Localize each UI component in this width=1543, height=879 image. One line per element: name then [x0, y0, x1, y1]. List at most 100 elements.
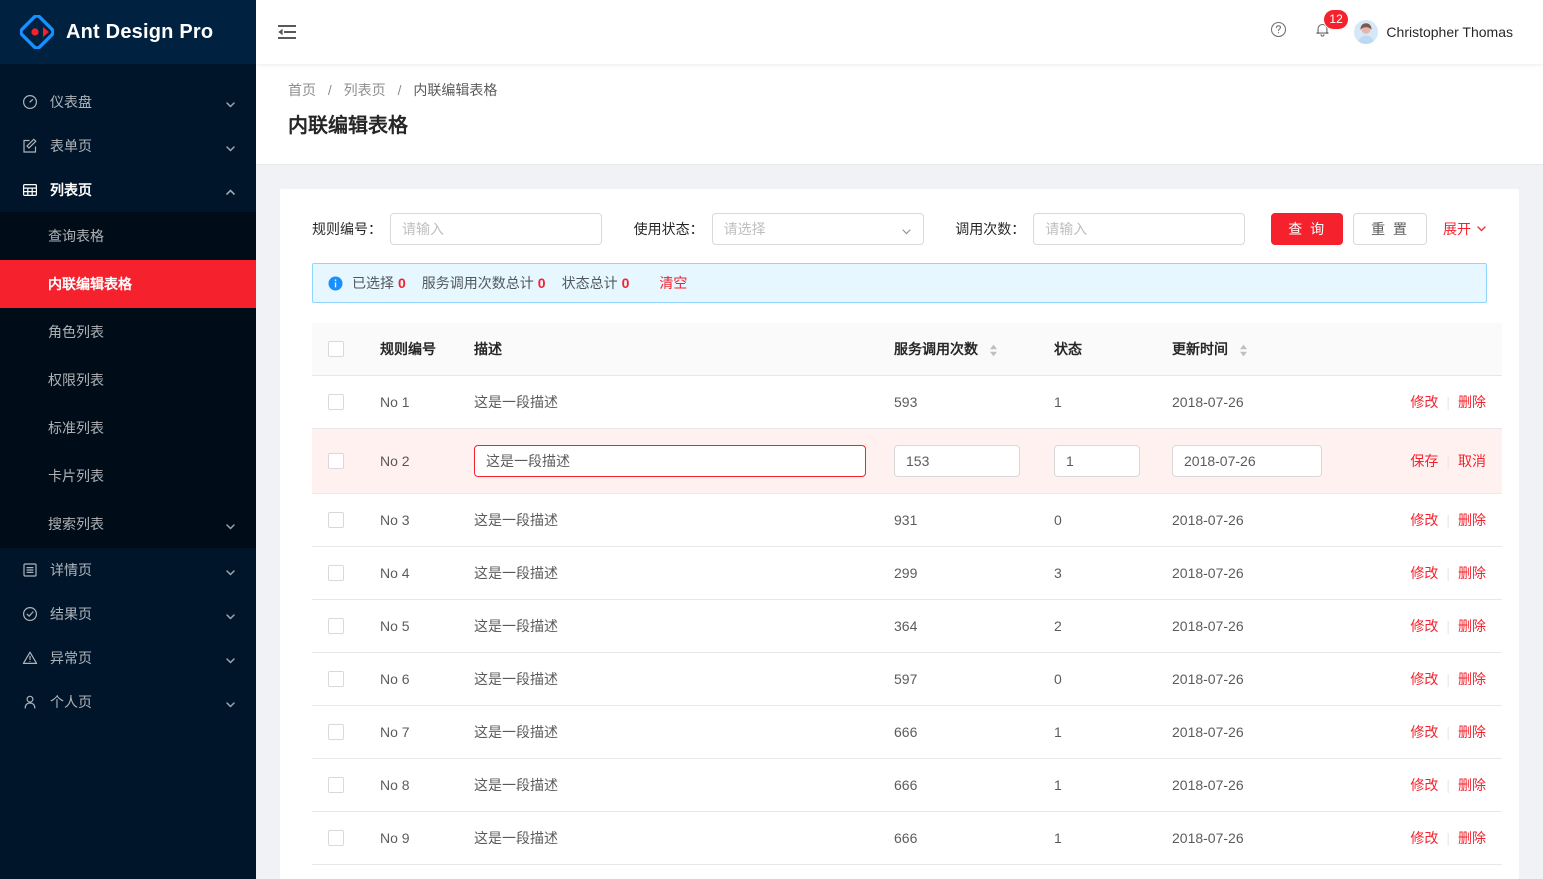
row-checkbox[interactable]: [328, 724, 344, 740]
row-actions-cell: 修改 | 删除: [1362, 758, 1502, 812]
delete-link[interactable]: 删除: [1458, 777, 1486, 793]
delete-link[interactable]: 删除: [1458, 512, 1486, 528]
desc-value: 这是一段描述: [474, 618, 558, 634]
cancel-link[interactable]: 取消: [1458, 453, 1486, 469]
sidebar-item-role-list[interactable]: 角色列表: [0, 308, 256, 356]
sidebar-item-detail[interactable]: 详情页: [0, 548, 256, 592]
edit-link[interactable]: 修改: [1410, 565, 1438, 581]
column-header-rule-no: 规则编号: [372, 323, 466, 376]
row-checkbox[interactable]: [328, 453, 344, 469]
row-time-cell: [1164, 428, 1362, 494]
column-header-time[interactable]: 更新时间: [1164, 323, 1362, 376]
table-body: No 1这是一段描述59312018-07-26修改|删除No 2保存|取消No…: [312, 375, 1502, 865]
rule-no-value: No 4: [380, 565, 410, 581]
edit-link[interactable]: 修改: [1410, 618, 1438, 634]
breadcrumb-item-home[interactable]: 首页: [288, 82, 316, 98]
state-edit-input[interactable]: [1054, 445, 1140, 477]
row-rule-no: No 5: [372, 599, 466, 653]
app-root: Ant Design Pro 仪表盘 表单页 列表页 查询表格 内联编辑表格 角…: [0, 0, 1543, 879]
rule-no-input[interactable]: [390, 213, 602, 245]
column-header-calls[interactable]: 服务调用次数: [886, 323, 1046, 376]
calls-input[interactable]: [1033, 213, 1246, 245]
row-calls-cell: 299: [886, 546, 1046, 600]
time-value: 2018-07-26: [1172, 671, 1244, 687]
sidebar-item-form[interactable]: 表单页: [0, 124, 256, 168]
chevron-down-icon: [225, 97, 236, 108]
row-state-cell: 3: [1046, 546, 1164, 600]
row-checkbox[interactable]: [328, 565, 344, 581]
menu-fold-icon[interactable]: [274, 19, 300, 45]
save-link[interactable]: 保存: [1410, 453, 1438, 469]
row-select-cell: [312, 493, 372, 547]
sidebar-item-account[interactable]: 个人页: [0, 680, 256, 724]
action-separator: |: [1446, 394, 1450, 410]
expand-toggle[interactable]: 展开: [1443, 219, 1487, 239]
time-edit-input[interactable]: [1172, 445, 1322, 477]
delete-link[interactable]: 删除: [1458, 830, 1486, 846]
calls-value: 666: [894, 830, 918, 846]
sidebar-item-search-list[interactable]: 搜索列表: [0, 500, 256, 548]
breadcrumb-item-current[interactable]: 内联编辑表格: [413, 82, 497, 98]
edit-link[interactable]: 修改: [1410, 512, 1438, 528]
sort-icon[interactable]: [1239, 344, 1248, 358]
brand-logo[interactable]: Ant Design Pro: [0, 0, 256, 64]
desc-edit-input[interactable]: [474, 445, 866, 477]
sidebar-item-list[interactable]: 列表页: [0, 168, 256, 212]
reset-button[interactable]: 重 置: [1353, 213, 1427, 245]
select-all-checkbox[interactable]: [328, 341, 344, 357]
status-select[interactable]: 请选择: [711, 213, 924, 245]
selection-alert: 已选择 0 服务调用次数总计 0 状态总计 0 清空: [312, 263, 1487, 303]
search-button[interactable]: 查 询: [1271, 213, 1344, 245]
clear-selection-link: 清空: [659, 275, 688, 291]
sidebar-item-query-table[interactable]: 查询表格: [0, 212, 256, 260]
row-checkbox[interactable]: [328, 512, 344, 528]
desc-value: 这是一段描述: [474, 724, 558, 740]
row-checkbox[interactable]: [328, 777, 344, 793]
sidebar-item-standard-list[interactable]: 标准列表: [0, 404, 256, 452]
filter-form: 规则编号 使用状态 请选择: [312, 213, 1487, 245]
row-state-cell: 1: [1046, 705, 1164, 759]
desc-value: 这是一段描述: [474, 671, 558, 687]
delete-link[interactable]: 删除: [1458, 618, 1486, 634]
chevron-down-icon: [1471, 221, 1487, 237]
sidebar-item-card-list[interactable]: 卡片列表: [0, 452, 256, 500]
row-calls-cell: 666: [886, 758, 1046, 812]
delete-link[interactable]: 删除: [1458, 394, 1486, 410]
sidebar-item-exception[interactable]: 异常页: [0, 636, 256, 680]
sidebar-item-label: 标准列表: [48, 420, 104, 436]
delete-link[interactable]: 删除: [1458, 565, 1486, 581]
sidebar-item-permission-list[interactable]: 权限列表: [0, 356, 256, 404]
sidebar-item-label: 内联编辑表格: [48, 276, 132, 292]
profile-icon: [22, 562, 38, 578]
calls-edit-input[interactable]: [894, 445, 1020, 477]
time-value: 2018-07-26: [1172, 394, 1244, 410]
calls-value: 593: [894, 394, 918, 410]
sidebar-item-inline-edit-table[interactable]: 内联编辑表格: [0, 260, 256, 308]
sidebar-item-label: 权限列表: [48, 372, 104, 388]
sidebar-item-label: 列表页: [50, 182, 92, 198]
alert-selected: 已选择 0: [352, 273, 406, 293]
edit-link[interactable]: 修改: [1410, 830, 1438, 846]
delete-link[interactable]: 删除: [1458, 724, 1486, 740]
row-time-cell: 2018-07-26: [1164, 375, 1362, 429]
sidebar-item-dashboard[interactable]: 仪表盘: [0, 80, 256, 124]
row-checkbox[interactable]: [328, 394, 344, 410]
edit-link[interactable]: 修改: [1410, 394, 1438, 410]
sidebar-item-result[interactable]: 结果页: [0, 592, 256, 636]
sort-icon[interactable]: [989, 344, 998, 358]
page-title: 内联编辑表格: [288, 115, 408, 137]
edit-link[interactable]: 修改: [1410, 777, 1438, 793]
action-separator: |: [1446, 724, 1450, 740]
edit-link[interactable]: 修改: [1410, 671, 1438, 687]
breadcrumb-item-list[interactable]: 列表页: [344, 82, 386, 98]
help-button[interactable]: [1256, 0, 1300, 64]
user-menu[interactable]: Christopher Thomas: [1344, 0, 1519, 64]
row-checkbox[interactable]: [328, 671, 344, 687]
notifications-button[interactable]: 12: [1300, 0, 1348, 64]
row-checkbox[interactable]: [328, 830, 344, 846]
edit-link[interactable]: 修改: [1410, 724, 1438, 740]
row-select-cell: [312, 758, 372, 812]
delete-link[interactable]: 删除: [1458, 671, 1486, 687]
chevron-down-icon: [225, 697, 236, 708]
row-checkbox[interactable]: [328, 618, 344, 634]
